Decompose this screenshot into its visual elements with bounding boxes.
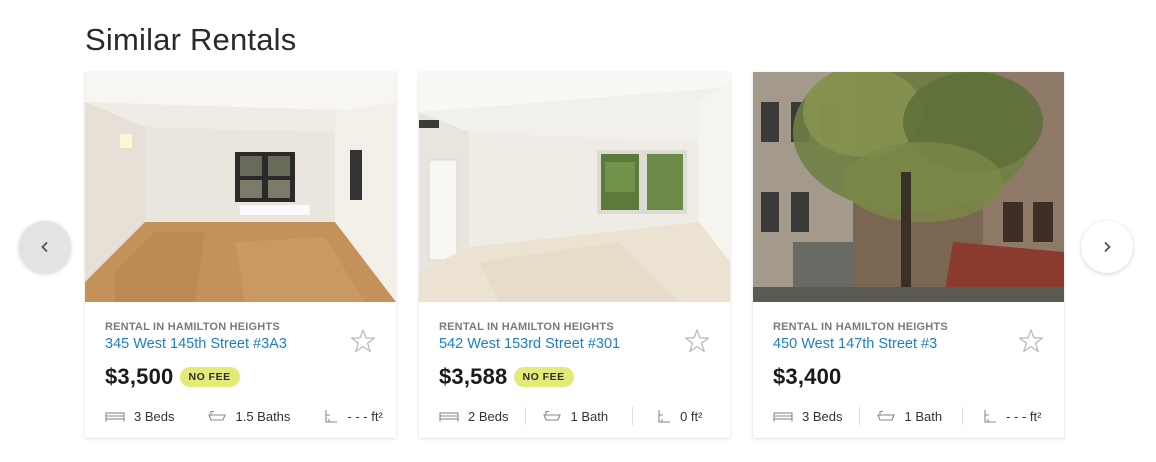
chevron-right-icon [1104,242,1111,252]
divider [962,407,964,425]
beds-label: 2 Beds [468,408,509,424]
beds-info: 3 Beds [105,409,174,424]
area-label: 0 ft² [680,408,703,424]
section-title: Similar Rentals [85,22,297,57]
favorite-star-icon[interactable] [1018,328,1044,354]
bathtub-icon [877,410,896,421]
listing-neighborhood: RENTAL IN HAMILTON HEIGHTS [439,321,614,333]
area-info: - - - ft² [983,409,1041,424]
area-info: 0 ft² [657,409,702,424]
bathtub-icon [208,410,227,421]
favorite-star-icon[interactable] [350,328,376,354]
bed-icon [105,412,125,422]
favorite-star-icon[interactable] [684,328,710,354]
area-label: - - - ft² [347,408,383,424]
baths-info: 1 Bath [543,409,608,424]
listing-address-link[interactable]: 450 West 147th Street #3 [773,336,1044,352]
floorplan-icon [984,410,997,423]
listing-card[interactable]: RENTAL IN HAMILTON HEIGHTS 542 West 153r… [419,72,730,438]
beds-info: 2 Beds [439,409,508,424]
floorplan-icon [658,410,671,423]
listings-carousel: RENTAL IN HAMILTON HEIGHTS 345 West 145t… [85,72,1065,440]
baths-info: 1 Bath [877,409,942,424]
divider [632,407,634,425]
listing-photo[interactable] [419,72,730,302]
baths-label: 1.5 Baths [235,408,291,424]
divider [859,407,861,425]
listing-price: $3,500 [105,364,174,389]
listing-address-link[interactable]: 345 West 145th Street #3A3 [105,336,376,352]
baths-info: 1.5 Baths [208,409,290,424]
beds-label: 3 Beds [134,408,175,424]
listing-card[interactable]: RENTAL IN HAMILTON HEIGHTS 450 West 147t… [753,72,1064,438]
beds-info: 3 Beds [773,409,842,424]
chevron-left-icon [41,242,48,252]
listing-neighborhood: RENTAL IN HAMILTON HEIGHTS [105,321,280,333]
listing-price: $3,400 [773,364,842,389]
no-fee-badge: NO FEE [179,367,240,387]
divider [525,407,527,425]
no-fee-badge: NO FEE [513,367,574,387]
carousel-next-button[interactable] [1081,221,1133,273]
listing-neighborhood: RENTAL IN HAMILTON HEIGHTS [773,321,948,333]
listing-price: $3,588 [439,364,508,389]
area-info: - - - ft² [324,408,383,424]
floorplan-icon [325,410,338,423]
baths-label: 1 Bath [570,408,609,424]
listing-photo[interactable] [85,72,396,302]
baths-label: 1 Bath [904,408,943,424]
carousel-prev-button[interactable] [19,221,71,273]
area-label: - - - ft² [1006,408,1042,424]
bed-icon [773,412,793,422]
bathtub-icon [543,410,562,421]
beds-label: 3 Beds [802,408,843,424]
listing-address-link[interactable]: 542 West 153rd Street #301 [439,336,710,352]
listing-photo[interactable] [753,72,1064,302]
listing-card[interactable]: RENTAL IN HAMILTON HEIGHTS 345 West 145t… [85,72,396,438]
bed-icon [439,412,459,422]
